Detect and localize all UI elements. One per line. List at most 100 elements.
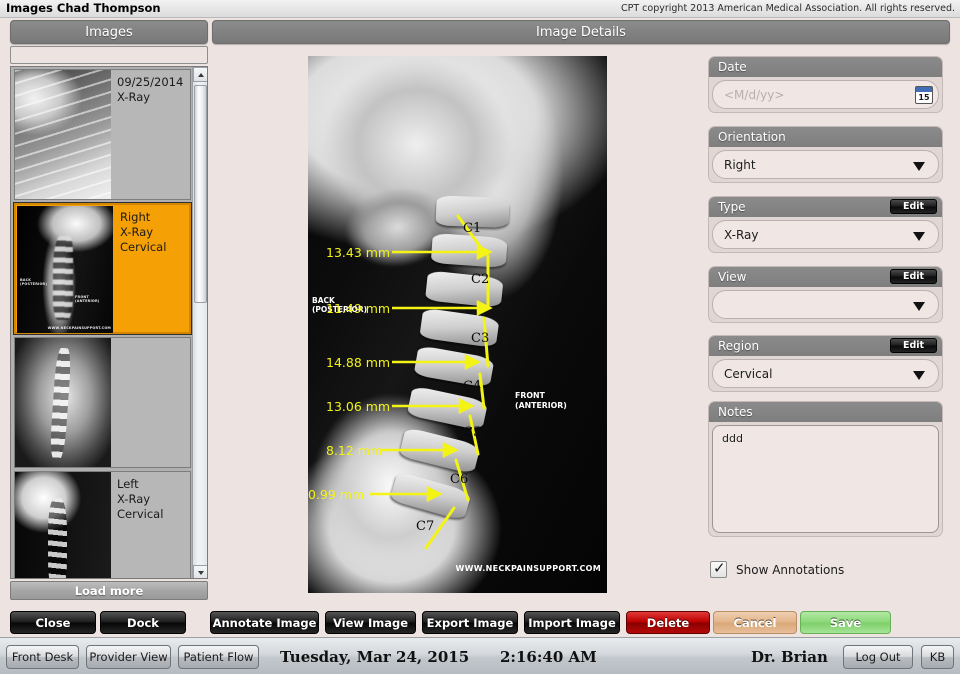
chevron-down-icon[interactable]: [913, 231, 925, 241]
show-annotations-row[interactable]: Show Annotations: [710, 559, 845, 578]
thumbnail-image: [15, 472, 111, 578]
calendar-icon[interactable]: 15: [915, 85, 933, 104]
thumbnail-back-label: BACK (POSTERIOR): [20, 278, 48, 287]
notes-textarea[interactable]: ddd: [712, 425, 939, 533]
thumbnail-image: [15, 338, 111, 467]
front-desk-button[interactable]: Front Desk: [6, 645, 79, 669]
current-user: Dr. Brian: [751, 648, 828, 666]
close-button[interactable]: Close: [10, 611, 96, 634]
list-item-line3: Cervical: [120, 240, 167, 254]
dock-button[interactable]: Dock: [100, 611, 186, 634]
orientation-select[interactable]: Right: [712, 150, 939, 179]
measurement-label: 13.06 mm: [326, 399, 391, 414]
scrollbar-thumb[interactable]: [194, 85, 207, 303]
region-select[interactable]: Cervical: [712, 359, 939, 388]
date-field-group: Date <M/d/yy> 15: [708, 56, 943, 113]
list-item-line1: 09/25/2014: [117, 75, 184, 89]
log-out-button[interactable]: Log Out: [843, 645, 913, 669]
type-select[interactable]: X-Ray: [712, 220, 939, 249]
notes-label: Notes: [709, 402, 942, 422]
measurement-label: 13.43 mm: [326, 245, 391, 260]
thumbnail-watermark: WWW.NECKPAINSUPPORT.COM: [47, 326, 111, 330]
vertebra-label: C5: [463, 425, 482, 440]
chevron-down-icon[interactable]: [913, 370, 925, 380]
view-label: View Edit: [709, 267, 942, 287]
annotate-image-button[interactable]: Annotate Image: [210, 611, 319, 634]
patient-flow-button[interactable]: Patient Flow: [178, 645, 259, 669]
copyright-notice: CPT copyright 2013 American Medical Asso…: [620, 3, 955, 14]
vertebra-label: C6: [450, 472, 469, 487]
annotation-overlay: [370, 214, 493, 550]
thumbnail-scroll-area: 09/25/2014 X-Ray BACK (POSTERIOR) FRONT (A…: [11, 67, 193, 578]
region-label: Region Edit: [709, 336, 942, 356]
images-panel-header: Images: [10, 20, 208, 44]
measurement-label: 0.99 mm: [308, 487, 365, 502]
view-select[interactable]: [712, 290, 939, 319]
window-title: Images Chad Thompson: [6, 1, 161, 15]
measurement-label: 8.12 mm: [326, 443, 383, 458]
thumbnail-image: BACK (POSTERIOR) FRONT (ANTERIOR) WWW.NECK…: [17, 206, 113, 333]
provider-view-button[interactable]: Provider View: [86, 645, 171, 669]
chevron-down-icon[interactable]: [913, 301, 925, 311]
type-edit-button[interactable]: Edit: [890, 199, 937, 214]
show-annotations-label: Show Annotations: [736, 562, 845, 577]
list-item[interactable]: Left X-Ray Cervical: [14, 471, 191, 578]
image-details-panel-header: Image Details: [212, 20, 950, 44]
list-item-line2: X-Ray: [117, 492, 151, 506]
view-edit-button[interactable]: Edit: [890, 269, 937, 284]
date-placeholder: <M/d/yy>: [724, 87, 785, 102]
thumbnail-meta: 09/25/2014 X-Ray: [111, 70, 190, 199]
image-thumbnail-list[interactable]: 09/25/2014 X-Ray BACK (POSTERIOR) FRONT (A…: [10, 66, 208, 579]
list-item[interactable]: [14, 337, 191, 468]
vertebra-label: C1: [463, 221, 482, 236]
scroll-down-icon[interactable]: [193, 565, 207, 578]
image-viewer[interactable]: BACK (POSTERIOR) FRONT (ANTERIOR) WWW.NECK…: [308, 56, 607, 593]
keyboard-button[interactable]: KB: [921, 645, 954, 669]
export-image-button[interactable]: Export Image: [422, 611, 518, 634]
thumbnail-meta: Right X-Ray Cervical: [114, 205, 189, 332]
load-more-button[interactable]: Load more: [10, 581, 208, 600]
type-field-group: Type Edit X-Ray: [708, 196, 943, 253]
show-annotations-checkbox[interactable]: [710, 559, 727, 578]
list-item-line1: Left: [117, 477, 139, 491]
current-time: 2:16:40 AM: [500, 648, 597, 666]
type-value: X-Ray: [724, 227, 759, 242]
chevron-down-icon[interactable]: [913, 161, 925, 171]
thumbnail-meta: [111, 338, 190, 467]
orientation-value: Right: [724, 157, 756, 172]
vertebra-label: C3: [471, 331, 490, 346]
type-label: Type Edit: [709, 197, 942, 217]
status-bar: Front Desk Provider View Patient Flow Tu…: [0, 637, 960, 674]
orientation-field-group: Orientation Right: [708, 126, 943, 183]
list-item-line2: X-Ray: [120, 225, 154, 239]
region-value: Cervical: [724, 366, 773, 381]
image-filter-input[interactable]: [10, 46, 208, 64]
view-field-group: View Edit: [708, 266, 943, 323]
save-button[interactable]: Save: [800, 611, 891, 634]
import-image-button[interactable]: Import Image: [524, 611, 620, 634]
list-item-line1: Right: [120, 210, 151, 224]
vertebra-label: C7: [416, 519, 435, 534]
region-field-group: Region Edit Cervical: [708, 335, 943, 392]
title-bar: Images Chad Thompson CPT copyright 2013 …: [0, 0, 960, 18]
list-item-line2: X-Ray: [117, 90, 151, 104]
cancel-button[interactable]: Cancel: [713, 611, 797, 634]
thumbnail-scrollbar[interactable]: [192, 67, 207, 578]
thumbnail-meta: Left X-Ray Cervical: [111, 472, 190, 578]
list-item[interactable]: 09/25/2014 X-Ray: [14, 69, 191, 200]
view-image-button[interactable]: View Image: [325, 611, 416, 634]
region-edit-button[interactable]: Edit: [890, 338, 937, 353]
list-item-selected[interactable]: BACK (POSTERIOR) FRONT (ANTERIOR) WWW.NECK…: [13, 202, 192, 335]
thumbnail-front-label: FRONT (ANTERIOR): [75, 294, 100, 303]
date-input[interactable]: <M/d/yy> 15: [712, 80, 939, 109]
notes-field-group: Notes ddd: [708, 401, 943, 537]
current-date: Tuesday, Mar 24, 2015: [280, 648, 470, 666]
scroll-up-icon[interactable]: [193, 67, 207, 82]
delete-button[interactable]: Delete: [626, 611, 710, 634]
vertebra-label: C2: [471, 272, 490, 287]
vertebra-label: C4: [463, 379, 482, 394]
thumbnail-image: [15, 70, 111, 199]
application-window: Images Chad Thompson CPT copyright 2013 …: [0, 0, 960, 674]
orientation-label: Orientation: [709, 127, 942, 147]
measurement-label: 14.88 mm: [326, 355, 391, 370]
